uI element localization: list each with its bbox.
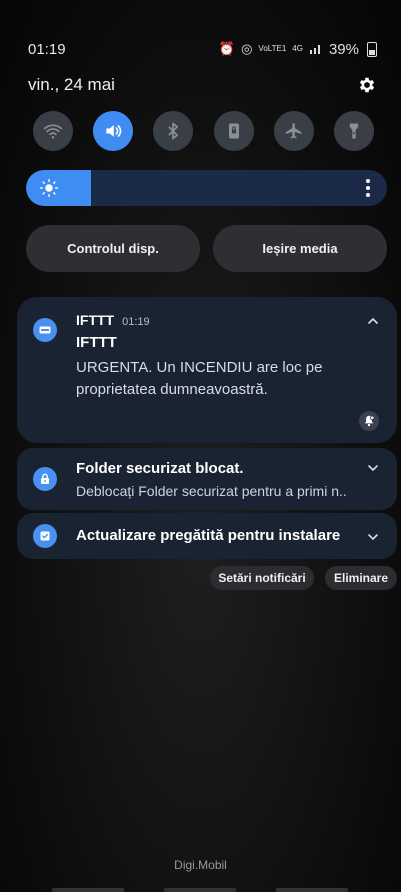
notification-title: Actualizare pregătită pentru instalare xyxy=(76,527,341,544)
rotation-lock-toggle[interactable] xyxy=(213,111,254,151)
flashlight-icon xyxy=(349,123,359,139)
notification-settings-button[interactable]: Setări notificări xyxy=(210,566,314,590)
notification-ifttt[interactable]: IFTTT 01:19 IFTTT URGENTA. Un INCENDIU ar… xyxy=(17,297,397,443)
notification-app-header: IFTTT 01:19 xyxy=(76,312,150,328)
snooze-bell-button[interactable] xyxy=(359,411,379,431)
status-time: 01:19 xyxy=(28,40,66,58)
notification-body: URGENTA. Un INCENDIU are loc pe propriet… xyxy=(76,359,323,398)
nav-recents-button[interactable] xyxy=(52,888,124,892)
bell-icon xyxy=(364,415,375,427)
ifttt-app-icon xyxy=(33,318,57,342)
alarm-icon: ⏰ xyxy=(218,41,236,56)
status-bar: 01:19 ⏰ ◎ VoLTE1 4G 39% xyxy=(28,38,377,60)
media-output-label: Ieșire media xyxy=(262,241,338,256)
chevron-up-icon[interactable] xyxy=(367,315,379,327)
battery-icon xyxy=(367,41,377,57)
sound-icon xyxy=(106,125,122,137)
clear-notifications-label: Eliminare xyxy=(333,571,389,585)
carrier-label: Digi.Mobil xyxy=(174,858,227,872)
date-row: vin., 24 mai xyxy=(28,74,377,96)
device-control-button[interactable]: Controlul disp. xyxy=(26,225,200,272)
device-control-label: Controlul disp. xyxy=(67,241,159,256)
clear-notifications-button[interactable]: Eliminare xyxy=(325,566,397,590)
notification-title: IFTTT xyxy=(76,334,117,351)
chevron-down-icon[interactable] xyxy=(367,462,379,474)
quick-settings-row xyxy=(33,111,374,151)
hotspot-icon: ◎ xyxy=(241,41,253,56)
lock-icon xyxy=(41,473,49,484)
more-options-icon[interactable] xyxy=(365,178,371,198)
brightness-slider[interactable] xyxy=(26,170,387,206)
notification-secure-folder[interactable]: Folder securizat blocat. Deblocați Folde… xyxy=(17,448,397,510)
network-type: 4G xyxy=(292,44,303,53)
flashlight-toggle[interactable] xyxy=(333,111,374,151)
notification-body: Deblocați Folder securizat pentru a prim… xyxy=(76,483,347,499)
media-output-button[interactable]: Ieșire media xyxy=(213,225,387,272)
battery-level: 39% xyxy=(328,40,359,58)
nav-home-button[interactable] xyxy=(164,888,236,892)
secure-folder-app-icon xyxy=(33,467,57,491)
sound-toggle[interactable] xyxy=(93,111,134,151)
airplane-icon xyxy=(285,123,302,139)
settings-gear-icon[interactable] xyxy=(357,75,377,95)
update-check-icon xyxy=(40,531,50,541)
brightness-fill xyxy=(26,170,91,206)
chevron-down-icon[interactable] xyxy=(367,531,379,543)
bluetooth-icon xyxy=(168,122,179,140)
volte-indicator: VoLTE1 xyxy=(258,44,287,53)
notification-app-name: IFTTT xyxy=(76,312,115,328)
notification-settings-label: Setări notificări xyxy=(218,571,306,585)
wifi-toggle[interactable] xyxy=(33,111,73,151)
status-icons: ⏰ ◎ VoLTE1 4G 39% xyxy=(219,41,377,58)
date-label: vin., 24 mai xyxy=(28,75,115,94)
wifi-icon xyxy=(43,124,63,139)
portrait-lock-icon xyxy=(228,123,239,139)
nav-back-button[interactable] xyxy=(276,888,348,892)
signal-icon xyxy=(309,42,323,57)
update-app-icon xyxy=(33,524,57,548)
bluetooth-toggle[interactable] xyxy=(153,111,194,151)
notification-time: 01:19 xyxy=(122,316,150,328)
notification-title: Folder securizat blocat. xyxy=(76,460,244,477)
brightness-sun-icon xyxy=(40,179,58,197)
notification-update[interactable]: Actualizare pregătită pentru instalare xyxy=(17,513,397,559)
airplane-toggle[interactable] xyxy=(273,111,314,151)
